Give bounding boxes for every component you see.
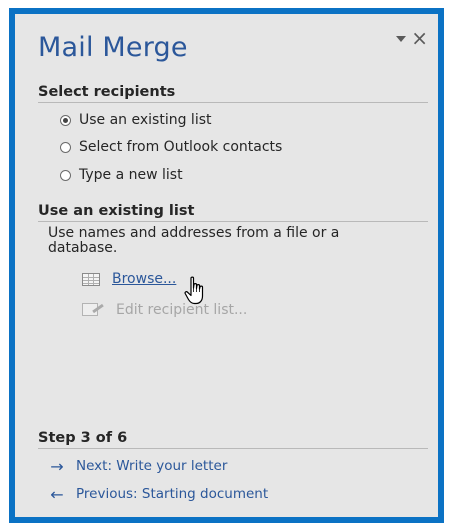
radio-label: Select from Outlook contacts	[79, 139, 283, 155]
chevron-down-icon[interactable]	[396, 36, 406, 42]
existing-list-description: Use names and addresses from a file or a…	[48, 225, 340, 256]
use-existing-list-heading: Use an existing list	[38, 203, 428, 222]
close-icon[interactable]: ×	[411, 28, 428, 48]
step-heading: Step 3 of 6	[38, 430, 428, 449]
edit-recipient-list-label: Edit recipient list...	[116, 302, 248, 318]
previous-step-link[interactable]: ← Previous: Starting document	[48, 484, 268, 504]
mail-merge-pane: Mail Merge × Select recipients Use an ex…	[15, 14, 438, 517]
previous-step-label: Previous: Starting document	[76, 486, 269, 502]
arrow-left-icon: ←	[50, 484, 64, 504]
browse-link[interactable]: Browse...	[82, 268, 176, 290]
select-recipients-heading: Select recipients	[38, 84, 428, 103]
edit-recipient-list-link: Edit recipient list...	[82, 299, 247, 321]
radio-label: Type a new list	[79, 167, 183, 183]
radio-button-icon[interactable]	[60, 141, 71, 153]
edit-list-icon	[82, 302, 104, 318]
radio-select-outlook-contacts[interactable]: Select from Outlook contacts	[60, 137, 282, 157]
arrow-right-icon: →	[50, 456, 64, 476]
radio-type-new-list[interactable]: Type a new list	[60, 165, 183, 185]
pane-title: Mail Merge	[38, 32, 188, 63]
next-step-label: Next: Write your letter	[76, 458, 228, 474]
mail-merge-frame: Mail Merge × Select recipients Use an ex…	[9, 8, 444, 523]
table-icon	[82, 272, 100, 286]
next-step-link[interactable]: → Next: Write your letter	[48, 456, 227, 476]
radio-use-existing-list[interactable]: Use an existing list	[60, 110, 212, 130]
radio-button-icon[interactable]	[60, 114, 71, 126]
browse-label[interactable]: Browse...	[112, 271, 176, 287]
radio-label: Use an existing list	[79, 112, 212, 128]
radio-button-icon[interactable]	[60, 169, 71, 181]
hand-cursor-icon	[184, 276, 204, 305]
